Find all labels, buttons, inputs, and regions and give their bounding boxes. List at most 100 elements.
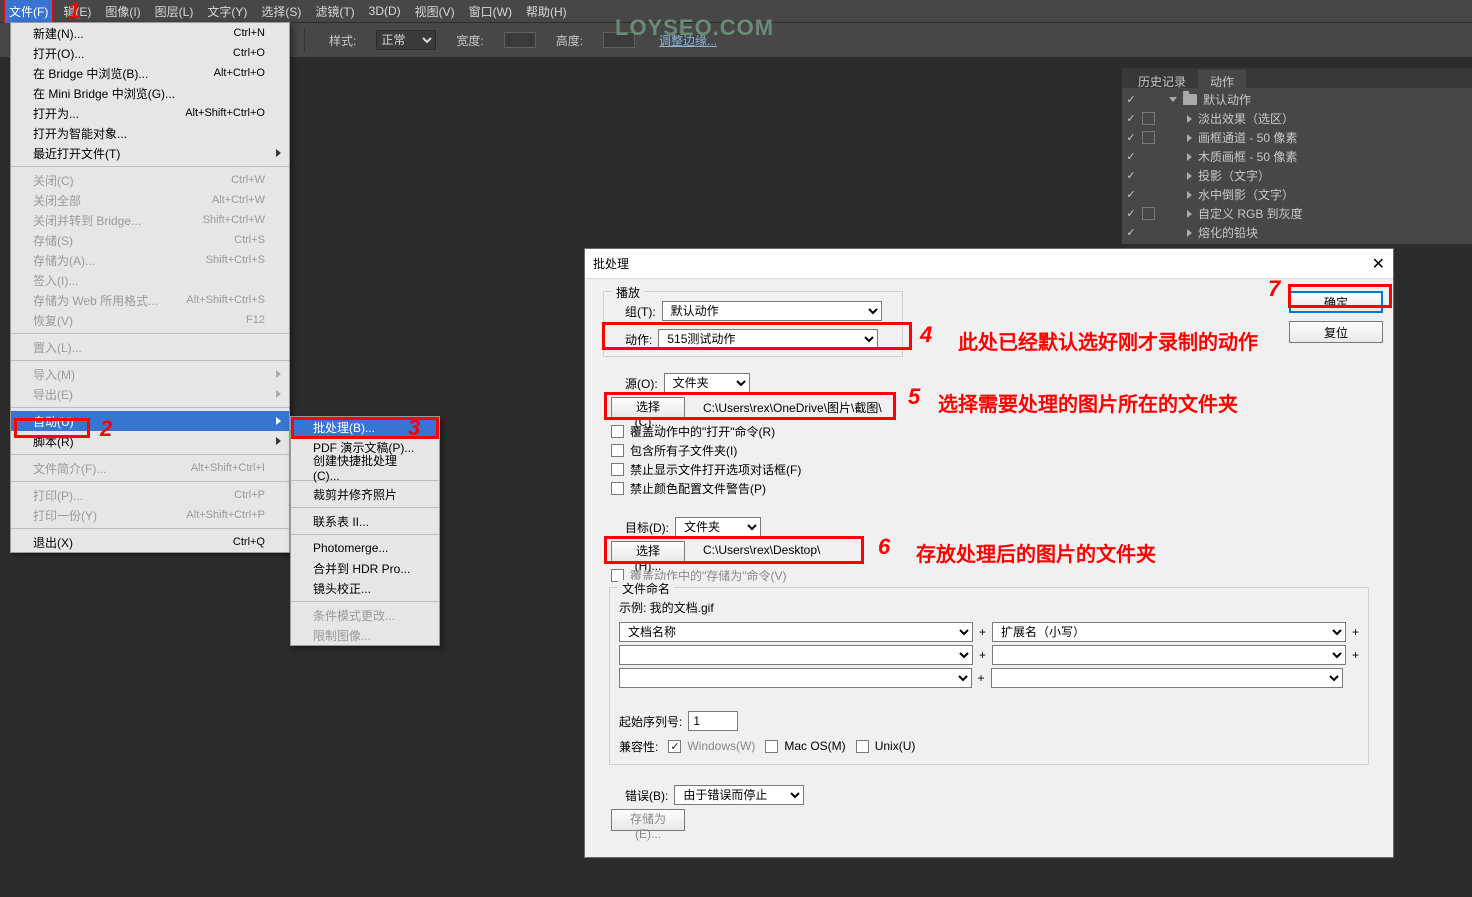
compat-mac-check[interactable]: Mac OS(M) (765, 739, 845, 753)
file-menu-item[interactable]: 打开(O)...Ctrl+O (11, 43, 289, 63)
action-row[interactable]: 投影（文字） (1122, 166, 1472, 185)
menu-filter[interactable]: 滤镜(T) (315, 3, 354, 20)
action-row[interactable]: 自定义 RGB 到灰度 (1122, 204, 1472, 223)
errors-select[interactable]: 由于错误而停止 (674, 785, 804, 805)
checkmark-icon[interactable] (1126, 190, 1136, 200)
auto-menu-item[interactable]: 联系表 II... (291, 511, 439, 531)
disclosure-icon[interactable] (1187, 172, 1192, 180)
checkmark-icon[interactable] (1126, 152, 1136, 162)
set-select[interactable]: 默认动作 (662, 301, 882, 321)
file-menu-item[interactable]: 打开为智能对象... (11, 123, 289, 143)
source-select[interactable]: 文件夹 (664, 373, 750, 393)
file-menu-item[interactable]: 在 Mini Bridge 中浏览(G)... (11, 83, 289, 103)
checkmark-icon[interactable] (1126, 228, 1136, 238)
menu-help[interactable]: 帮助(H) (526, 3, 567, 20)
auto-menu-item[interactable]: 创建快捷批处理(C)... (291, 457, 439, 477)
suppress-color-check[interactable]: 禁止颜色配置文件警告(P) (611, 480, 801, 497)
file-menu-item: 打印一份(Y)Alt+Shift+Ctrl+P (11, 505, 289, 525)
checkmark-icon[interactable] (1126, 95, 1136, 105)
action-name: 水中倒影（文字） (1198, 186, 1468, 203)
action-name: 淡出效果（选区） (1198, 110, 1468, 127)
action-name: 木质画框 - 50 像素 (1198, 148, 1468, 165)
auto-menu-item[interactable]: Photomerge... (291, 538, 439, 558)
annotation-1: 1 (68, 0, 80, 24)
dialog-toggle-icon[interactable] (1142, 131, 1155, 144)
file-menu-item: 签入(I)... (11, 270, 289, 290)
action-name: 投影（文字） (1198, 167, 1468, 184)
override-open-check[interactable]: 覆盖动作中的"打开"命令(R) (611, 423, 801, 440)
dialog-toggle-icon[interactable] (1142, 207, 1155, 220)
start-seq-input[interactable] (688, 711, 738, 731)
disclosure-icon[interactable] (1169, 97, 1177, 102)
choose-dest-button[interactable]: 选择(H)... (611, 541, 685, 563)
file-menu-item: 导入(M) (11, 364, 289, 384)
compat-unix-check[interactable]: Unix(U) (856, 739, 916, 753)
disclosure-icon[interactable] (1187, 191, 1192, 199)
menu-view[interactable]: 视图(V) (415, 3, 455, 20)
action-select[interactable]: 515测试动作 (658, 329, 878, 349)
naming-field-2[interactable]: 扩展名（小写） (992, 622, 1346, 642)
file-menu-item[interactable]: 最近打开文件(T) (11, 143, 289, 163)
menu-file[interactable]: 文件(F) (4, 0, 53, 24)
actions-list[interactable]: 默认动作淡出效果（选区）画框通道 - 50 像素木质画框 - 50 像素投影（文… (1122, 88, 1472, 244)
action-name: 自定义 RGB 到灰度 (1198, 205, 1468, 222)
menu-type[interactable]: 文字(Y) (207, 3, 247, 20)
style-select[interactable]: 正常 (376, 30, 436, 50)
action-row[interactable]: 默认动作 (1122, 90, 1472, 109)
disclosure-icon[interactable] (1187, 153, 1192, 161)
disclosure-icon[interactable] (1187, 115, 1192, 123)
actions-tab[interactable]: 动作 (1198, 70, 1246, 88)
action-row[interactable]: 画框通道 - 50 像素 (1122, 128, 1472, 147)
action-row[interactable]: 木质画框 - 50 像素 (1122, 147, 1472, 166)
dest-path: C:\Users\rex\Desktop\ (703, 543, 820, 557)
choose-source-button[interactable]: 选择(C)... (611, 397, 685, 419)
auto-menu-item[interactable]: 镜头校正... (291, 578, 439, 598)
naming-field-1[interactable]: 文档名称 (619, 622, 973, 642)
action-row[interactable]: 熔化的铅块 (1122, 223, 1472, 242)
include-sub-check[interactable]: 包含所有子文件夹(I) (611, 442, 801, 459)
suppress-open-check[interactable]: 禁止显示文件打开选项对话框(F) (611, 461, 801, 478)
action-row[interactable]: 淡出效果（选区） (1122, 109, 1472, 128)
file-menu-item[interactable]: 打开为...Alt+Shift+Ctrl+O (11, 103, 289, 123)
naming-field-6[interactable] (991, 668, 1344, 688)
file-menu-item: 打印(P)...Ctrl+P (11, 485, 289, 505)
menu-window[interactable]: 窗口(W) (469, 3, 512, 20)
reset-button[interactable]: 复位 (1289, 321, 1383, 343)
disclosure-icon[interactable] (1187, 210, 1192, 218)
width-field[interactable] (504, 32, 536, 48)
disclosure-icon[interactable] (1187, 134, 1192, 142)
checkmark-icon[interactable] (1126, 114, 1136, 124)
compat-label: 兼容性: (619, 738, 658, 755)
auto-menu-item[interactable]: 合并到 HDR Pro... (291, 558, 439, 578)
dest-select[interactable]: 文件夹 (675, 517, 761, 537)
naming-field-4[interactable] (992, 645, 1346, 665)
checkmark-icon[interactable] (1126, 209, 1136, 219)
file-menu-item[interactable]: 退出(X)Ctrl+Q (11, 532, 289, 552)
checkmark-icon[interactable] (1126, 171, 1136, 181)
annotation-text-6: 存放处理后的图片的文件夹 (916, 538, 1156, 567)
file-menu-item[interactable]: 自动(U) (11, 411, 289, 431)
action-row[interactable]: 水中倒影（文字） (1122, 185, 1472, 204)
close-icon[interactable]: ✕ (1372, 254, 1385, 274)
auto-menu-item: 限制图像... (291, 625, 439, 645)
history-tab[interactable]: 历史记录 (1126, 70, 1198, 88)
naming-field-3[interactable] (619, 645, 973, 665)
menu-layer[interactable]: 图层(L) (155, 3, 194, 20)
checkmark-icon[interactable] (1126, 133, 1136, 143)
dialog-title: 批处理 (593, 255, 629, 272)
dialog-titlebar[interactable]: 批处理 ✕ (585, 249, 1393, 279)
menu-select[interactable]: 选择(S) (261, 3, 301, 20)
file-menu-item[interactable]: 在 Bridge 中浏览(B)...Alt+Ctrl+O (11, 63, 289, 83)
file-menu-item: 存储为 Web 所用格式...Alt+Shift+Ctrl+S (11, 290, 289, 310)
naming-field-5[interactable] (619, 668, 972, 688)
disclosure-icon[interactable] (1187, 229, 1192, 237)
menu-image[interactable]: 图像(I) (105, 3, 140, 20)
auto-menu-item[interactable]: 裁剪并修齐照片 (291, 484, 439, 504)
file-menu-item[interactable]: 脚本(R) (11, 431, 289, 451)
ok-button[interactable]: 确定 (1289, 291, 1383, 313)
annotation-5: 5 (908, 384, 920, 410)
file-menu-item[interactable]: 新建(N)...Ctrl+N (11, 23, 289, 43)
dialog-toggle-icon[interactable] (1142, 112, 1155, 125)
menu-3d[interactable]: 3D(D) (369, 4, 401, 18)
save-as-button: 存储为(E)... (611, 809, 685, 831)
